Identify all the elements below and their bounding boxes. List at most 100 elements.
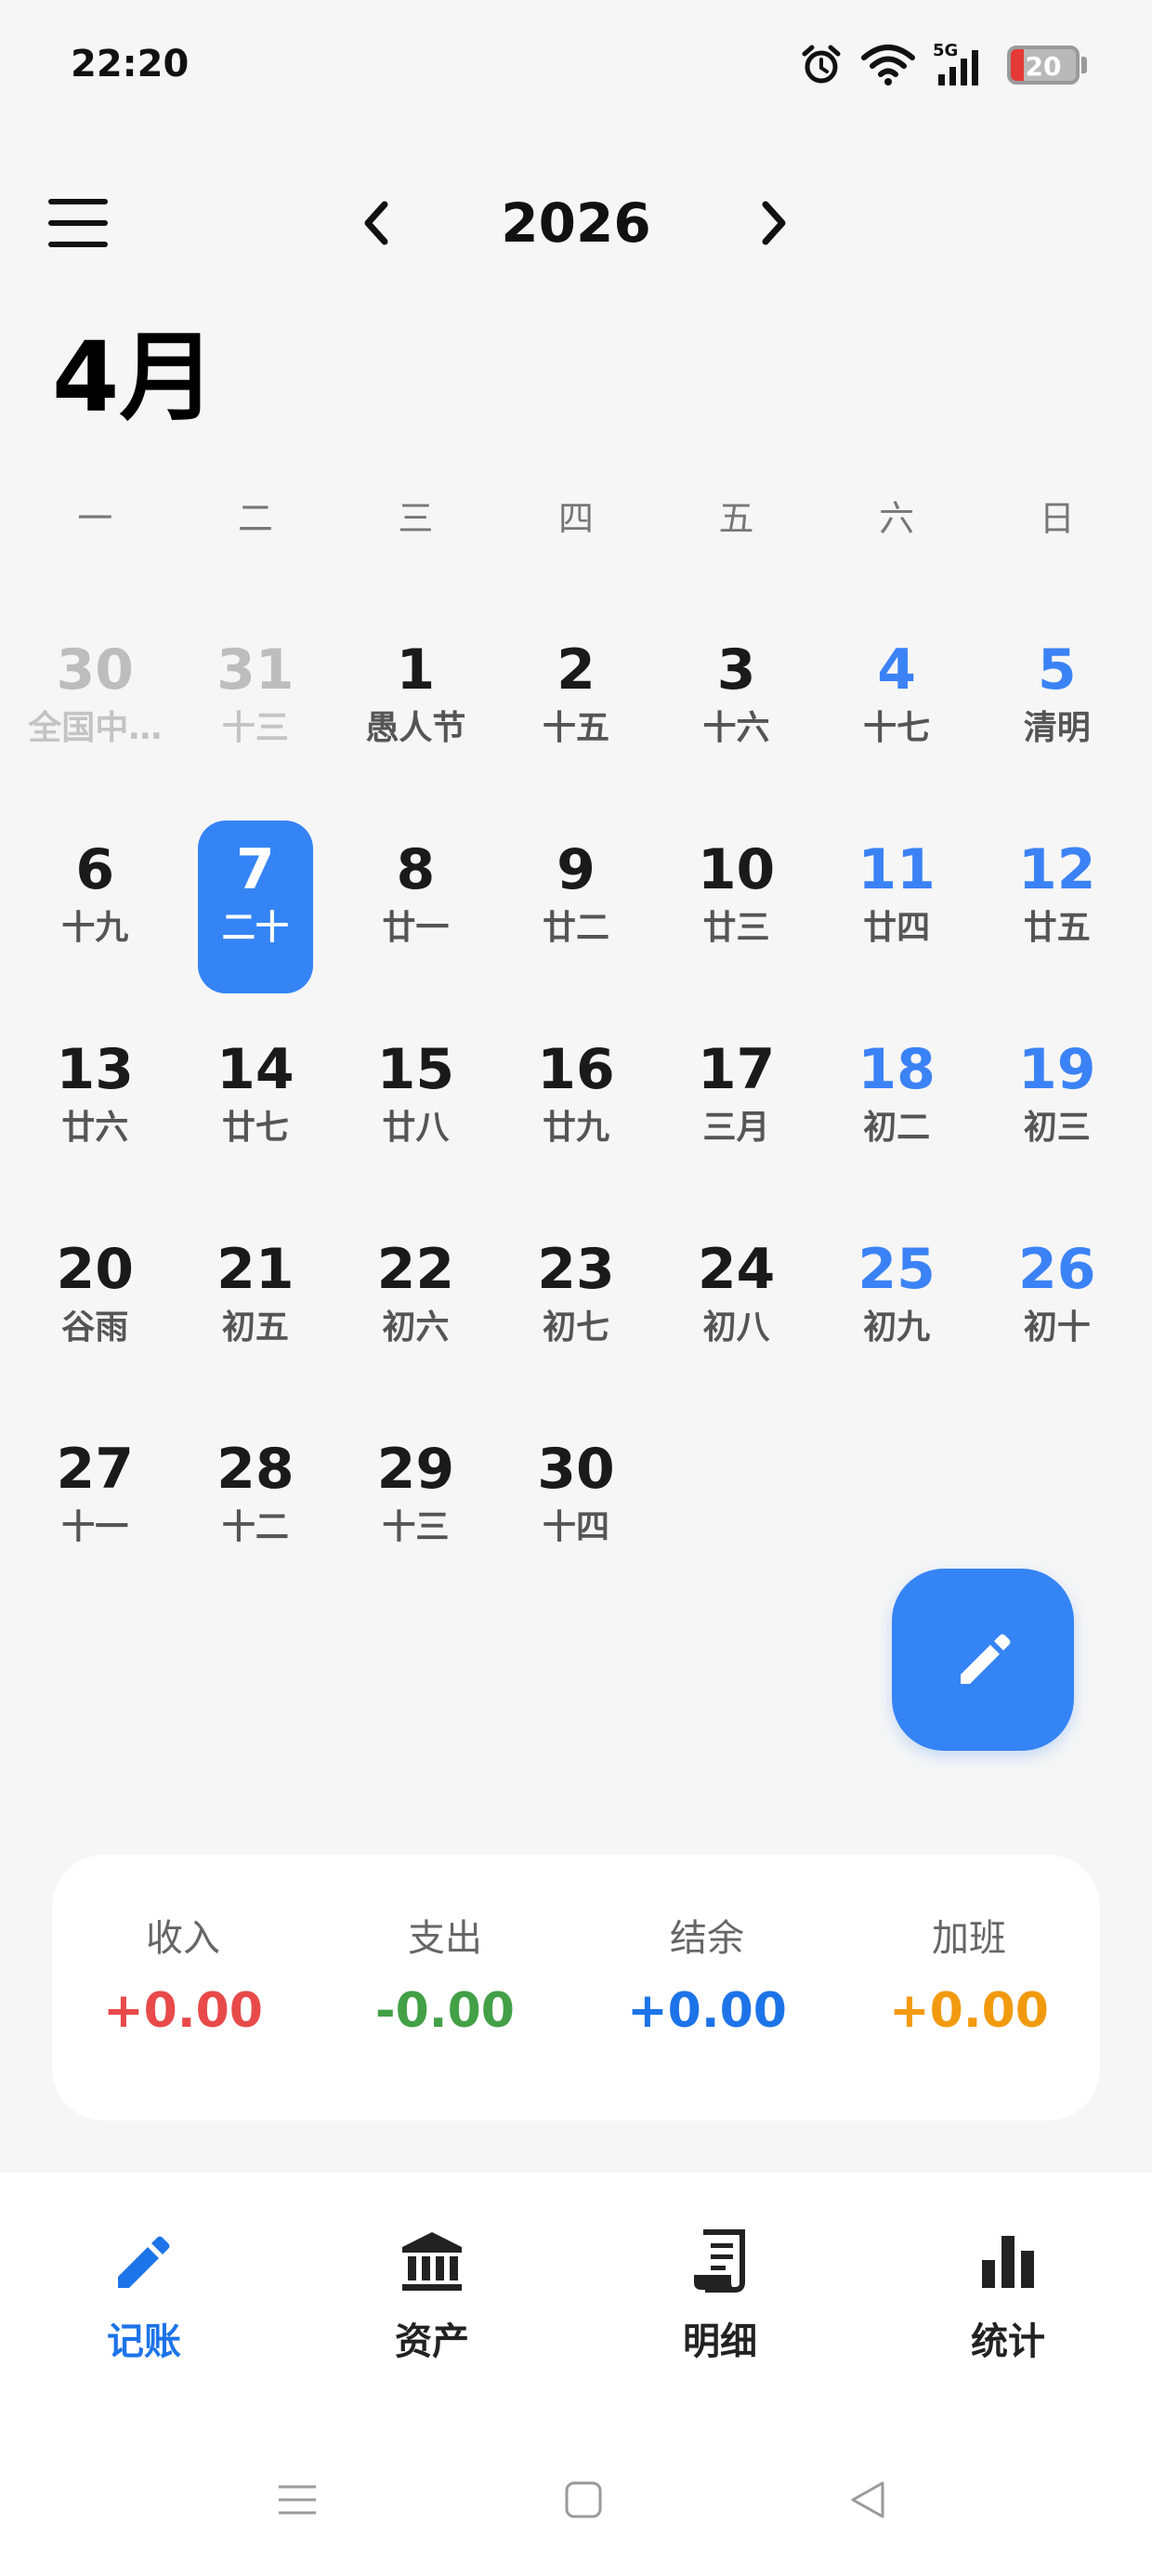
- day-number: 3: [716, 637, 756, 703]
- menu-icon: [48, 199, 108, 204]
- calendar-day[interactable]: 23 初七: [496, 1209, 657, 1409]
- cellular-signal-icon: 5G: [933, 41, 990, 87]
- day-number: 15: [376, 1037, 455, 1102]
- lunar-date: 十三: [382, 1508, 450, 1546]
- lunar-date: 廿六: [61, 1109, 129, 1147]
- calendar-day[interactable]: 18 初二: [817, 1009, 977, 1209]
- day-number: 30: [56, 637, 135, 703]
- calendar-day[interactable]: 10 廿三: [656, 809, 817, 1009]
- system-home-button[interactable]: [537, 2453, 630, 2546]
- summary-label: 结余: [670, 1917, 744, 1960]
- calendar-day[interactable]: 30 全国中…: [15, 610, 176, 809]
- bar-chart-icon: [982, 2236, 1034, 2288]
- calendar-day[interactable]: 6 十九: [15, 809, 176, 1009]
- calendar-day[interactable]: 19 初三: [976, 1009, 1137, 1209]
- summary-value: -0.00: [375, 1983, 515, 2039]
- day-number: 29: [376, 1437, 455, 1502]
- lunar-date: 廿四: [863, 909, 931, 947]
- lunar-date: 初七: [542, 1308, 609, 1347]
- calendar-day[interactable]: 9 廿二: [496, 809, 657, 1009]
- calendar-day[interactable]: 1 愚人节: [335, 610, 496, 809]
- battery-icon: 20: [1007, 46, 1080, 85]
- lunar-date: 廿五: [1023, 909, 1091, 947]
- nav-tab-assets[interactable]: 资产: [288, 2173, 576, 2424]
- calendar-day[interactable]: 30 十四: [496, 1409, 657, 1609]
- lunar-date: 廿三: [702, 909, 770, 947]
- calendar-day[interactable]: 12 廿五: [976, 809, 1137, 1009]
- pencil-icon: [961, 1634, 1011, 1684]
- lunar-date: 十一: [61, 1508, 129, 1546]
- system-menu-button[interactable]: [251, 2453, 344, 2546]
- day-number: 26: [1017, 1237, 1096, 1302]
- nav-tab-statistics[interactable]: 统计: [864, 2173, 1152, 2424]
- calendar-day[interactable]: 13 廿六: [15, 1009, 176, 1209]
- day-number: 27: [56, 1437, 135, 1502]
- calendar-day[interactable]: 14 廿七: [176, 1009, 336, 1209]
- nav-tab-details[interactable]: 明细: [576, 2173, 864, 2424]
- lunar-date: 初五: [221, 1308, 289, 1347]
- app-screen: 22:20 5G 20 2026 4月 一 二 三 四 五 六 日 30 全国中…: [0, 0, 1152, 2576]
- calendar-day[interactable]: 17 三月: [656, 1009, 817, 1209]
- calendar-day[interactable]: 20 谷雨: [15, 1209, 176, 1409]
- nav-tab-bookkeeping[interactable]: 记账: [0, 2173, 288, 2424]
- lunar-date: 十二: [221, 1508, 289, 1546]
- calendar-day[interactable]: 31 十三: [176, 610, 336, 809]
- lunar-date: 二十: [221, 909, 289, 947]
- alarm-icon: [802, 45, 841, 84]
- summary-label: 收入: [146, 1917, 220, 1960]
- receipt-icon: [694, 2229, 745, 2293]
- calendar-day[interactable]: 8 廿一: [335, 809, 496, 1009]
- lunar-date: 廿七: [221, 1109, 289, 1147]
- weekday-label: 六: [879, 498, 915, 539]
- chevron-left-icon: [364, 201, 388, 245]
- lunar-date: 初三: [1023, 1109, 1091, 1147]
- calendar-day[interactable]: 26 初十: [976, 1209, 1137, 1409]
- calendar-day[interactable]: 21 初五: [176, 1209, 336, 1409]
- calendar-day[interactable]: 15 廿八: [335, 1009, 496, 1209]
- calendar-day[interactable]: 25 初九: [817, 1209, 977, 1409]
- add-entry-button[interactable]: [892, 1569, 1074, 1751]
- lunar-date: 十三: [221, 709, 289, 747]
- day-number: 4: [877, 637, 916, 703]
- lunar-date: 谷雨: [61, 1308, 129, 1347]
- weekday-label: 日: [1039, 498, 1075, 539]
- lunar-date: 廿八: [382, 1109, 450, 1147]
- square-icon: [565, 2481, 602, 2518]
- bottom-navigation: 记账 资产 明细 统计: [0, 2173, 1152, 2576]
- menu-button[interactable]: [43, 193, 113, 253]
- battery-percent: 20: [1025, 51, 1062, 82]
- next-year-button[interactable]: [736, 186, 810, 260]
- lunar-date: 三月: [702, 1109, 770, 1147]
- calendar-day[interactable]: 3 十六: [656, 610, 817, 809]
- wifi-icon: [861, 45, 915, 85]
- calendar-day[interactable]: 5 清明: [976, 610, 1137, 809]
- system-back-button[interactable]: [821, 2453, 914, 2546]
- calendar-day[interactable]: 27 十一: [15, 1409, 176, 1609]
- summary-expense: 支出 -0.00: [314, 1855, 576, 2121]
- calendar-day[interactable]: 28 十二: [176, 1409, 336, 1609]
- calendar-day-selected[interactable]: 7 二十: [176, 809, 336, 1009]
- system-navigation-bar: [0, 2453, 1152, 2546]
- calendar-day[interactable]: 11 廿四: [817, 809, 977, 1009]
- calendar-day[interactable]: 16 廿九: [496, 1009, 657, 1209]
- summary-card: 收入 +0.00 支出 -0.00 结余 +0.00 加班 +0.00: [52, 1855, 1100, 2121]
- nav-label: 记账: [107, 2320, 181, 2363]
- summary-value: +0.00: [103, 1983, 263, 2039]
- previous-year-button[interactable]: [340, 186, 414, 260]
- menu-lines-icon: [279, 2485, 316, 2515]
- day-number: 17: [697, 1037, 776, 1102]
- day-number: 7: [235, 837, 275, 902]
- lunar-date: 十六: [702, 709, 770, 747]
- nav-label: 明细: [683, 2320, 757, 2363]
- year-title: 2026: [501, 191, 651, 255]
- day-number: 6: [75, 837, 115, 902]
- summary-label: 支出: [408, 1917, 482, 1960]
- calendar-day[interactable]: 2 十五: [496, 610, 657, 809]
- lunar-date: 十九: [61, 909, 129, 947]
- nav-label: 统计: [971, 2320, 1045, 2363]
- calendar-day[interactable]: 4 十七: [817, 610, 977, 809]
- day-number: 18: [857, 1037, 936, 1102]
- calendar-day[interactable]: 22 初六: [335, 1209, 496, 1409]
- calendar-day[interactable]: 29 十三: [335, 1409, 496, 1609]
- calendar-day[interactable]: 24 初八: [656, 1209, 817, 1409]
